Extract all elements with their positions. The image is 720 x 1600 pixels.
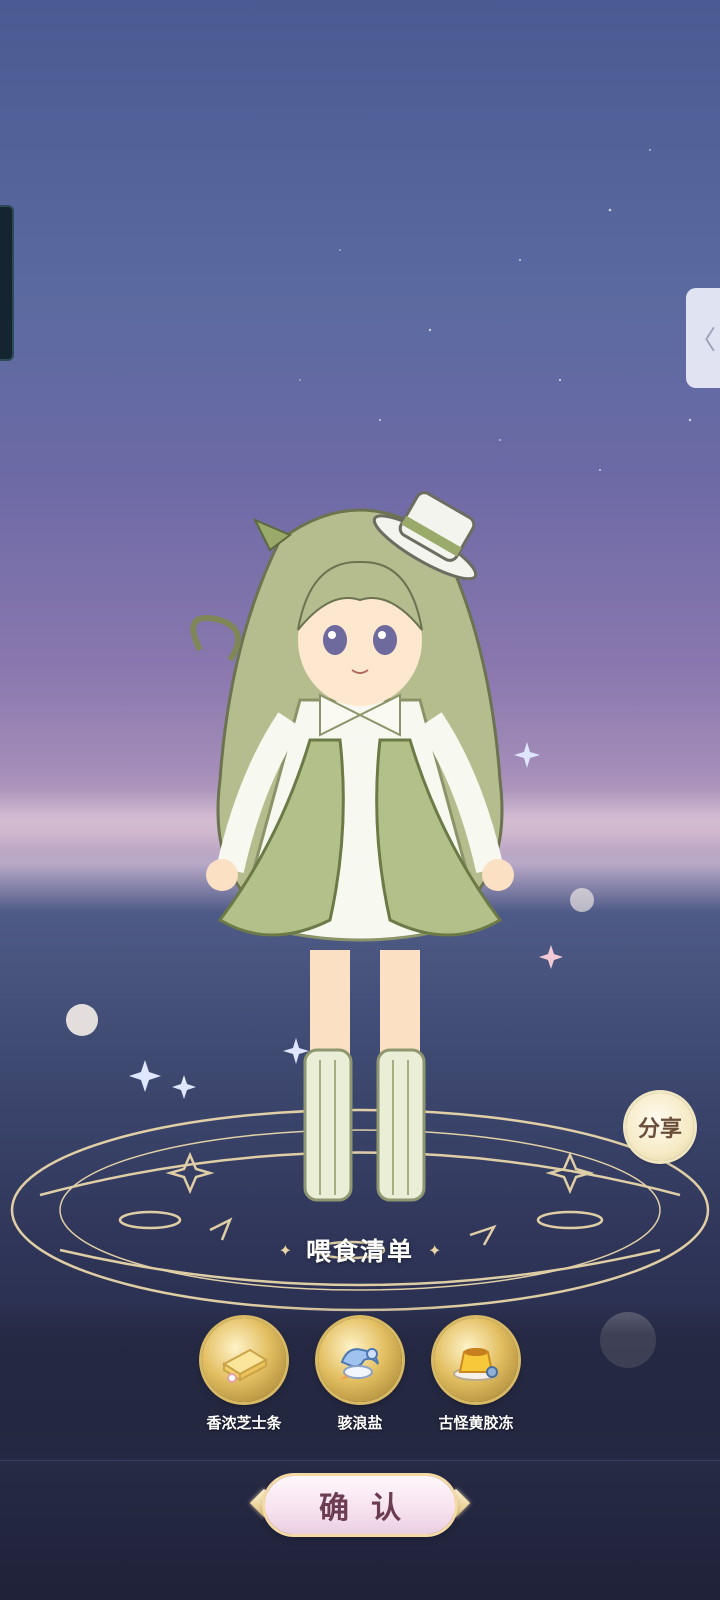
wave-salt-icon	[318, 1318, 402, 1402]
food-name: 香浓芝士条	[206, 1414, 282, 1432]
food-name: 骇浪盐	[337, 1414, 383, 1432]
cheese-stick-icon	[202, 1318, 286, 1402]
collapse-handle[interactable]: 〈	[686, 288, 720, 388]
left-edge-tab[interactable]	[0, 205, 14, 361]
share-button[interactable]: 分享	[626, 1093, 694, 1161]
left-ornament-icon: ✦	[278, 1240, 292, 1260]
food-item-cheese[interactable]: 香浓芝士条	[199, 1318, 289, 1433]
food-list: 香浓芝士条 骇浪盐 古怪黄胶冻	[0, 1318, 720, 1433]
right-ornament-icon: ✦	[428, 1240, 442, 1260]
food-item-salt[interactable]: 骇浪盐	[315, 1318, 405, 1433]
game-screen: { "screen": { "share_label": "分享", "righ…	[0, 0, 720, 1600]
food-item-jelly[interactable]: 古怪黄胶冻	[431, 1318, 521, 1433]
feeding-list-title: 喂食清单	[305, 1237, 414, 1266]
feeding-list-header: ✦ 喂食清单 ✦	[0, 1230, 720, 1270]
character-model	[190, 491, 514, 1202]
food-name: 古怪黄胶冻	[438, 1414, 514, 1432]
chevron-left-icon: 〈	[689, 325, 716, 356]
yellow-jelly-icon	[434, 1318, 518, 1402]
confirm-button[interactable]: 确认	[265, 1476, 455, 1534]
